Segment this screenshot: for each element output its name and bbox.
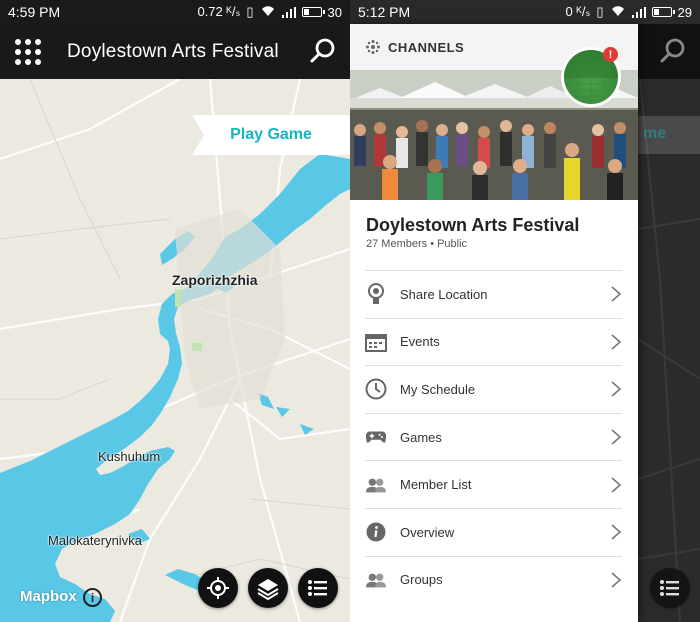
chevron-right-icon	[611, 334, 622, 350]
vibrate-icon-right: ▯	[596, 4, 604, 19]
network-speed: 0.72 ᴷ/ₛ	[197, 4, 241, 19]
menu-label: Share Location	[400, 286, 488, 302]
status-bar-right: 5:12 PM 0 ᴷ/ₛ ▯ 29	[350, 0, 700, 24]
menu-label: Events	[400, 334, 440, 350]
menu-label: My Schedule	[400, 381, 476, 397]
left-screen: 4:59 PM 0.72 ᴷ/ₛ ▯ 30 Doylestown Arts Fe…	[0, 0, 350, 622]
menu-item-groups[interactable]: Groups	[365, 555, 622, 604]
list-icon-behind	[660, 580, 679, 596]
battery-icon	[301, 7, 325, 17]
crosshair-icon	[207, 577, 229, 599]
notification-badge: !	[603, 47, 618, 62]
group-subtitle: 27 Members • Public	[366, 238, 468, 250]
menu-item-events[interactable]: Events	[365, 317, 622, 366]
people-icon	[365, 474, 387, 496]
chevron-right-icon	[611, 524, 622, 540]
location-pin-icon	[365, 283, 387, 305]
drawer-menu: Share Location Events My Schedule Games …	[365, 270, 622, 603]
menu-label: Games	[400, 429, 442, 445]
menu-label: Groups	[400, 572, 443, 588]
search-icon[interactable]	[310, 38, 336, 64]
app-bar: Doylestown Arts Festival	[0, 24, 350, 79]
info-circle-icon	[365, 521, 387, 543]
my-location-button[interactable]	[198, 568, 238, 608]
app-title: Doylestown Arts Festival	[67, 40, 279, 62]
menu-item-my-schedule[interactable]: My Schedule	[365, 365, 622, 413]
chevron-right-icon	[611, 381, 622, 398]
signal-icon-right	[631, 6, 646, 18]
chevron-right-icon	[611, 429, 622, 445]
play-game-button[interactable]: Play Game	[192, 115, 350, 155]
status-bar: 4:59 PM 0.72 ᴷ/ₛ ▯ 30	[0, 0, 350, 24]
battery-level-right: 29	[677, 4, 692, 20]
mapbox-logo[interactable]: Mapbox	[20, 588, 77, 605]
navigation-drawer: CHANNELS ! Doylestown Arts Festival 27 M…	[350, 24, 638, 622]
map-label-town-1: Kushuhum	[98, 449, 161, 464]
menu-label: Member List	[400, 477, 472, 493]
map-label-town-2: Malokaterynivka	[48, 533, 142, 548]
gamepad-icon	[365, 426, 387, 448]
chevron-right-icon	[611, 572, 622, 588]
layers-icon	[257, 579, 279, 600]
menu-item-games[interactable]: Games	[365, 412, 622, 461]
menu-item-overview[interactable]: Overview	[365, 507, 622, 556]
info-icon[interactable]: i	[83, 588, 102, 607]
chevron-right-icon	[611, 286, 622, 302]
menu-item-member-list[interactable]: Member List	[365, 460, 622, 508]
map-label-city: Zaporizhzhia	[172, 272, 258, 288]
vibrate-icon: ▯	[246, 4, 254, 19]
clock-icon	[365, 378, 387, 400]
groups-icon	[365, 569, 387, 591]
menu-label: Overview	[400, 524, 455, 540]
right-screen: 5:12 PM 0 ᴷ/ₛ ▯ 29 me CHANNELS ! Doylest…	[350, 0, 700, 622]
status-time-right: 5:12 PM	[358, 4, 411, 20]
wifi-icon	[260, 5, 276, 20]
battery-level: 30	[327, 4, 342, 20]
battery-icon-right	[651, 7, 675, 17]
wifi-icon-right	[610, 5, 626, 20]
calendar-icon	[365, 331, 387, 353]
list-view-button[interactable]	[298, 568, 338, 608]
list-view-button-behind[interactable]	[650, 568, 690, 608]
list-icon	[308, 580, 327, 596]
signal-icon	[281, 6, 296, 18]
status-time: 4:59 PM	[8, 4, 61, 20]
channels-label: CHANNELS	[388, 39, 465, 55]
chevron-right-icon	[611, 477, 622, 493]
menu-item-share-location[interactable]: Share Location	[365, 270, 622, 318]
group-title: Doylestown Arts Festival	[366, 215, 580, 235]
apps-grid-icon[interactable]	[15, 38, 41, 65]
play-game-behind-text: me	[643, 125, 667, 142]
search-icon-behind[interactable]	[660, 38, 686, 64]
channels-icon	[366, 40, 380, 54]
layers-button[interactable]	[248, 568, 288, 608]
network-speed-right: 0 ᴷ/ₛ	[565, 4, 591, 19]
